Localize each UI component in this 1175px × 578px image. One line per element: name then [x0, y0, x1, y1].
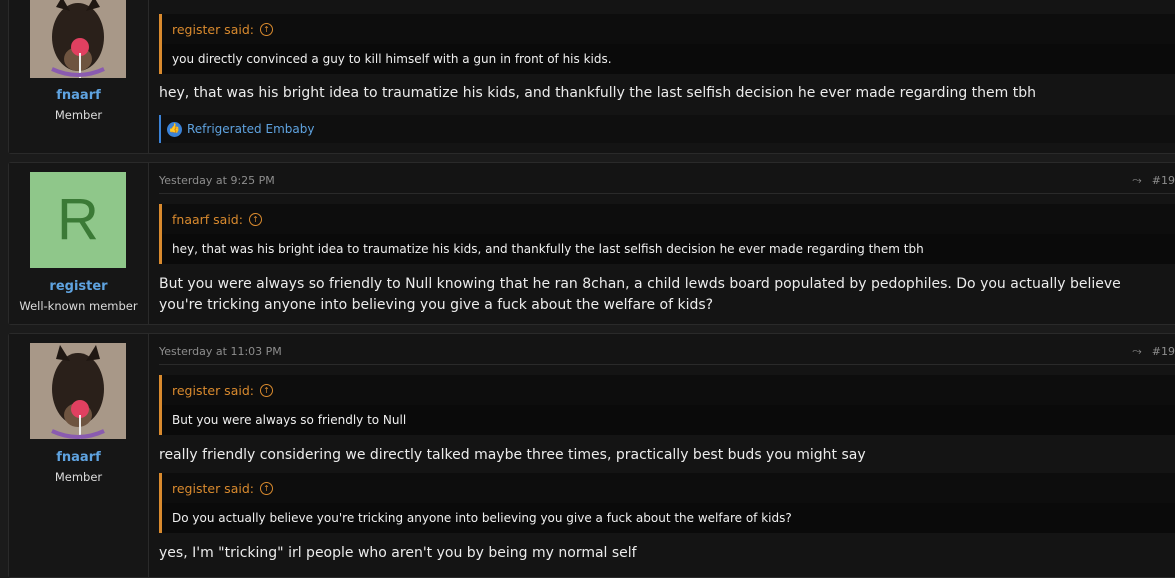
avatar[interactable] — [30, 343, 126, 439]
dog-avatar-image — [30, 0, 126, 78]
like-icon: 👍 — [167, 121, 182, 137]
message-text: yes, I'm "tricking" irl people who aren'… — [159, 545, 637, 561]
user-title: Member — [54, 470, 103, 484]
quote-text: hey, that was his bright idea to traumat… — [162, 234, 1175, 264]
quote-block: register said: ↑ Do you actually believe… — [159, 473, 1175, 533]
user-title: Member — [54, 108, 103, 122]
post-actions: ⤳ #195 — [1132, 173, 1175, 188]
post: fnaarf Member Yesterday at 11:03 PM ⤳ #1… — [8, 333, 1175, 578]
quote-block: register said: ↑ you directly convinced … — [159, 14, 1175, 74]
divider — [159, 364, 1175, 365]
quote-text: you directly convinced a guy to kill him… — [162, 44, 1175, 74]
post-actions: ⤳ #196 — [1132, 344, 1175, 359]
arrow-up-circle-icon[interactable]: ↑ — [259, 481, 273, 495]
quote-header[interactable]: register said: ↑ — [162, 473, 1175, 503]
post: R register Well-known member Yesterday a… — [8, 162, 1175, 325]
message-text: But you were always so friendly to Null … — [159, 276, 1121, 313]
divider — [159, 193, 1175, 194]
user-column: fnaarf Member — [9, 0, 149, 153]
username[interactable]: fnaarf — [9, 450, 148, 465]
quote-block: register said: ↑ But you were always so … — [159, 375, 1175, 435]
post-number[interactable]: #196 — [1152, 345, 1175, 358]
reactions-bar[interactable]: 👍 Refrigerated Embaby — [159, 115, 1175, 143]
username[interactable]: fnaarf — [9, 88, 148, 103]
share-icon[interactable]: ⤳ — [1132, 344, 1142, 359]
user-column: R register Well-known member — [9, 163, 149, 324]
post-body: Yesterday at 9:25 PM ⤳ #195 fnaarf said:… — [159, 163, 1175, 324]
post-body: register said: ↑ you directly convinced … — [159, 0, 1175, 153]
quote-author[interactable]: register said: — [172, 22, 254, 37]
username[interactable]: register — [9, 279, 148, 294]
quote-block: fnaarf said: ↑ hey, that was his bright … — [159, 204, 1175, 264]
dog-avatar-image — [30, 343, 126, 439]
arrow-up-circle-icon[interactable]: ↑ — [259, 22, 273, 36]
post-timestamp[interactable]: Yesterday at 11:03 PM — [159, 345, 282, 358]
user-column: fnaarf Member — [9, 334, 149, 577]
quote-header[interactable]: register said: ↑ — [162, 375, 1175, 405]
quote-author[interactable]: register said: — [172, 481, 254, 496]
message-text: really friendly considering we directly … — [159, 447, 866, 463]
quote-header[interactable]: register said: ↑ — [162, 14, 1175, 44]
avatar[interactable] — [30, 0, 126, 78]
post-timestamp[interactable]: Yesterday at 9:25 PM — [159, 174, 275, 187]
share-icon[interactable]: ⤳ — [1132, 173, 1142, 188]
user-title: Well-known member — [19, 299, 138, 313]
arrow-up-circle-icon[interactable]: ↑ — [248, 212, 262, 226]
quote-text: But you were always so friendly to Null — [162, 405, 1175, 435]
quote-text: Do you actually believe you're tricking … — [162, 503, 1175, 533]
arrow-up-circle-icon[interactable]: ↑ — [259, 383, 273, 397]
quote-author[interactable]: fnaarf said: — [172, 212, 243, 227]
quote-header[interactable]: fnaarf said: ↑ — [162, 204, 1175, 234]
message-text: hey, that was his bright idea to traumat… — [159, 85, 1036, 101]
avatar[interactable]: R — [30, 172, 126, 268]
quote-author[interactable]: register said: — [172, 383, 254, 398]
reaction-user[interactable]: Refrigerated Embaby — [187, 122, 314, 136]
post-number[interactable]: #195 — [1152, 174, 1175, 187]
post: fnaarf Member register said: ↑ you direc… — [8, 0, 1175, 154]
post-body: Yesterday at 11:03 PM ⤳ #196 register sa… — [159, 334, 1175, 577]
